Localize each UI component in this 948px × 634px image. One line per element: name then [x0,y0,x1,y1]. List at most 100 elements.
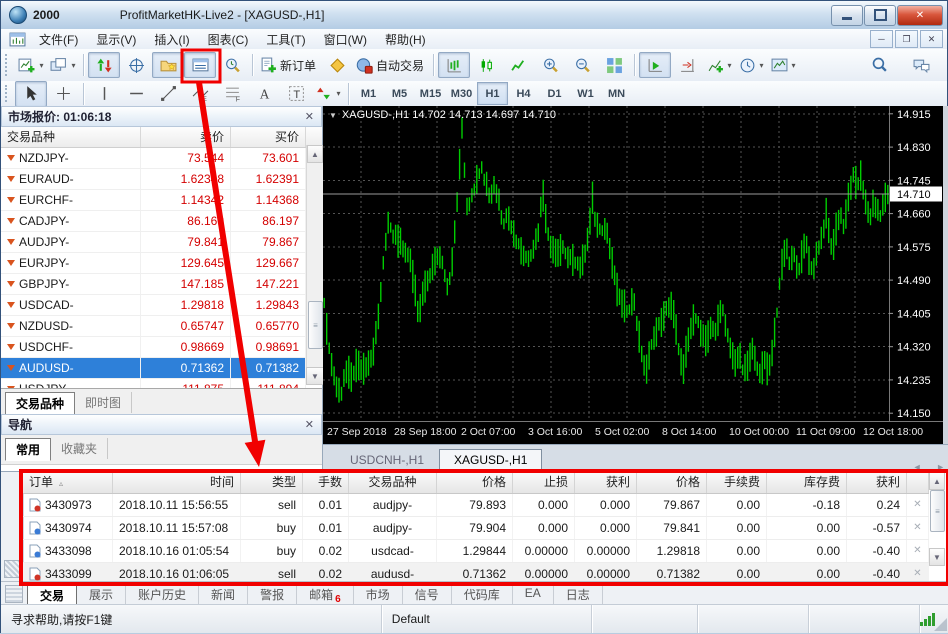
channel-button[interactable]: E [184,81,216,107]
timeframe-w1[interactable]: W1 [570,82,601,105]
market-watch-row[interactable]: USDCHF- 0.98669 0.98691 [1,337,322,358]
menu-item-5[interactable]: 窗口(W) [315,29,376,50]
arrows-button[interactable]: ▾ [312,81,344,107]
orders-col-0[interactable]: 订单 ▵ [23,472,113,493]
periods-button[interactable]: ▾ [735,52,767,78]
scroll-up-icon[interactable]: ▲ [929,472,945,490]
scroll-thumb[interactable]: ≡ [308,301,323,349]
templates-button[interactable]: ▾ [767,52,799,78]
fibonacci-button[interactable]: F [216,81,248,107]
auto-trading-button[interactable]: 自动交易 [353,52,429,78]
navigator-tab-常用[interactable]: 常用 [5,438,52,461]
timeframe-m1[interactable]: M1 [353,82,384,105]
indicators-button[interactable]: ▾ [703,52,735,78]
metaeditor-button[interactable] [321,52,353,78]
orders-col-3[interactable]: 手数 [303,472,349,493]
orders-col-5[interactable]: 价格 [437,472,513,493]
close-button[interactable]: ✕ [897,4,943,26]
orders-table-header[interactable]: 订单 ▵ 时间 类型 手数 交易品种 价格 止损 获利 价格 手续费 库存费 获利 [23,472,929,494]
market-watch-row[interactable]: EURAUD- 1.62348 1.62391 [1,169,322,190]
market-watch-tab-即时图[interactable]: 即时图 [75,392,133,413]
new-order-button[interactable]: 新订单 [257,52,321,78]
chart-tab-USDCNH-H1[interactable]: USDCNH-,H1 [335,449,439,472]
child-restore-button[interactable]: ❐ [895,30,918,48]
market-watch-row[interactable]: GBPJPY- 147.185 147.221 [1,274,322,295]
orders-col-10[interactable]: 库存费 [767,472,847,493]
market-watch-row[interactable]: CADJPY- 86.160 86.197 [1,211,322,232]
child-minimize-button[interactable]: ─ [870,30,893,48]
order-row[interactable]: 3430973 2018.10.11 15:56:55 sell 0.01 audjpy… [23,494,929,517]
timeframe-d1[interactable]: D1 [539,82,570,105]
collapse-icon[interactable]: ▼ [329,111,337,120]
new-chart-button[interactable]: ▾ [15,52,47,78]
market-watch-row[interactable]: NZDUSD- 0.65747 0.65770 [1,316,322,337]
market-watch-row[interactable]: EURCHF- 1.14342 1.14368 [1,190,322,211]
orders-col-8[interactable]: 价格 [637,472,707,493]
orders-col-1[interactable]: 时间 [113,472,241,493]
market-watch-button[interactable] [88,52,120,78]
dropdown-arrow-icon[interactable]: ▾ [39,61,43,70]
navigator-close-icon[interactable]: ✕ [302,418,317,431]
menu-item-2[interactable]: 插入(I) [145,29,198,50]
chart-tab-XAGUSD-H1[interactable]: XAGUSD-,H1 [439,449,543,472]
navigator-button[interactable] [152,52,184,78]
market-watch-header[interactable]: 市场报价: 01:06:18 ✕ [1,106,322,127]
chat-button[interactable] [905,52,937,78]
close-order-icon[interactable]: ✕ [907,540,929,562]
timeframe-h1[interactable]: H1 [477,82,508,105]
text-label-button[interactable]: T [280,81,312,107]
horizontal-line-button[interactable] [120,81,152,107]
scroll-up-icon[interactable]: ▲ [307,145,323,163]
market-watch-row[interactable]: USDJPY- 111.875111.894 [1,379,322,388]
terminal-grip[interactable] [1,472,24,582]
crosshair-button[interactable] [47,81,79,107]
timeframe-m5[interactable]: M5 [384,82,415,105]
market-watch-row[interactable]: NZDJPY- 73.544 73.601 [1,148,322,169]
zoom-out-button[interactable] [566,52,598,78]
bar-chart-button[interactable] [438,52,471,78]
line-chart-button[interactable] [502,52,534,78]
candlestick-button[interactable] [470,52,502,78]
menu-item-6[interactable]: 帮助(H) [376,29,435,50]
terminal-scrollbar[interactable]: ▲ ≡ ▼ [929,472,945,582]
menu-item-0[interactable]: 文件(F) [30,29,87,50]
orders-col-2[interactable]: 类型 [241,472,303,493]
scroll-down-icon[interactable]: ▼ [306,367,324,385]
orders-col-7[interactable]: 获利 [575,472,637,493]
zoom-in-button[interactable] [534,52,566,78]
timeframe-m15[interactable]: M15 [415,82,446,105]
child-close-button[interactable]: ✕ [920,30,943,48]
col-ask[interactable]: 买价 [231,127,306,147]
search-button[interactable] [863,52,895,78]
status-profile[interactable]: Default [382,605,592,633]
navigator-header[interactable]: 导航 ✕ [1,414,322,435]
minimize-button[interactable] [831,4,863,26]
menu-item-1[interactable]: 显示(V) [87,29,145,50]
market-watch-row[interactable]: USDCAD- 1.29818 1.29843 [1,295,322,316]
scroll-down-icon[interactable]: ▼ [929,548,945,566]
orders-col-4[interactable]: 交易品种 [349,472,437,493]
orders-col-9[interactable]: 手续费 [707,472,767,493]
restore-button[interactable] [864,4,896,26]
close-order-icon[interactable]: ✕ [907,517,929,539]
timeframe-m30[interactable]: M30 [446,82,477,105]
text-button[interactable]: A [248,81,280,107]
auto-scroll-button[interactable] [639,52,672,78]
profiles-button[interactable]: ▾ [47,52,79,78]
price-chart[interactable]: 14.915 14.830 14.745 14.660 14.575 14.490 14.4… [323,106,943,421]
dropdown-arrow-icon[interactable]: ▾ [71,61,75,70]
strategy-tester-button[interactable] [216,52,248,78]
market-watch-row[interactable]: AUDJPY- 79.841 79.867 [1,232,322,253]
vertical-line-button[interactable] [88,81,120,107]
order-row[interactable]: 3430974 2018.10.11 15:57:08 buy 0.01 audjpy-… [23,517,929,540]
order-row[interactable]: 3433098 2018.10.16 01:05:54 buy 0.02 usdcad-… [23,540,929,563]
market-watch-column-header[interactable]: 交易品种 卖价 买价 [1,127,322,148]
scroll-thumb[interactable]: ≡ [930,490,945,532]
market-watch-row[interactable]: AUDUSD- 0.71362 0.71382 [1,358,322,379]
terminal-button[interactable] [184,52,216,78]
col-bid[interactable]: 卖价 [141,127,231,147]
orders-col-6[interactable]: 止损 [513,472,575,493]
market-watch-close-icon[interactable]: ✕ [302,110,317,123]
navigator-tab-收藏夹[interactable]: 收藏夹 [51,438,109,459]
tile-windows-button[interactable] [598,52,630,78]
